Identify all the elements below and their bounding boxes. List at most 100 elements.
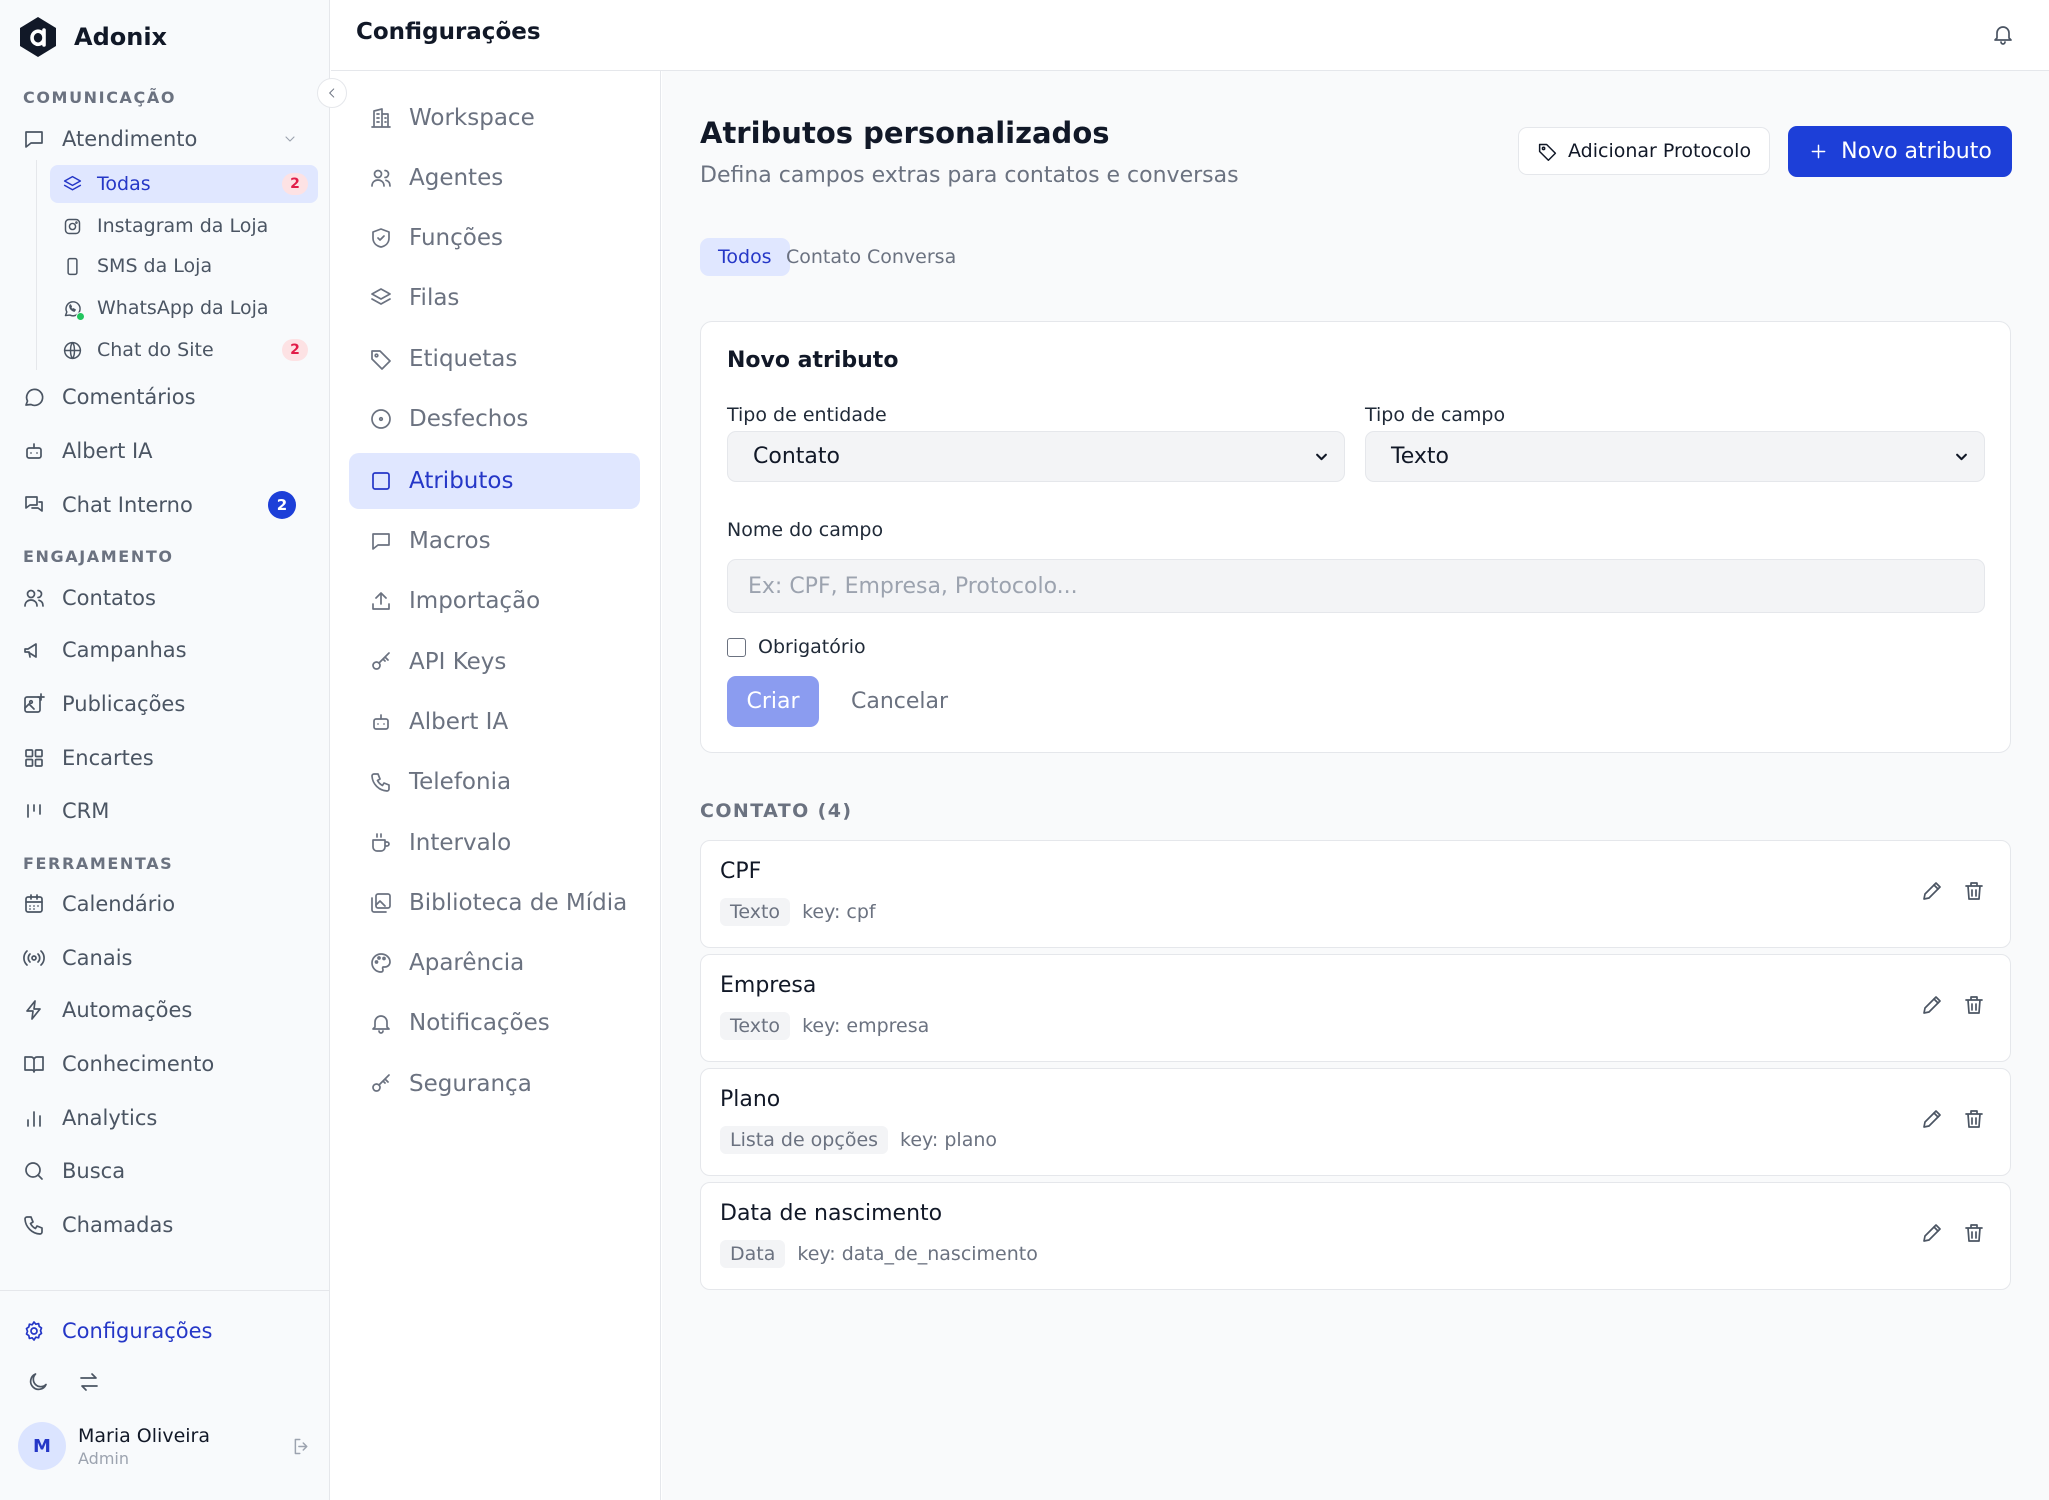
section-title-engagement: ENGAJAMENTO [23,547,174,566]
settings-item-intervalo[interactable]: Intervalo [349,815,640,871]
trash-icon[interactable] [1962,879,1986,903]
collapse-sidebar-button[interactable] [317,78,347,108]
settings-item-macros[interactable]: Macros [349,513,640,569]
attribute-name: Plano [720,1087,781,1112]
message-circle-icon [25,388,44,407]
edit-pencil-icon[interactable] [1920,879,1944,903]
sidebar-item-configuracoes[interactable]: Configurações [22,1311,312,1351]
sidebar-subitem-label: WhatsApp da Loja [97,297,269,319]
required-checkbox[interactable] [727,637,746,657]
square-icon [372,472,390,490]
entity-type-select[interactable]: Contato [727,431,1345,482]
edit-pencil-icon[interactable] [1920,1221,1944,1245]
new-attribute-button[interactable]: Novo atributo [1788,126,2012,177]
field-name-input[interactable] [727,559,1985,613]
sidebar-item-chamadas[interactable]: Chamadas [22,1205,312,1245]
settings-item-agentes[interactable]: Agentes [349,150,640,206]
sidebar-item-albert-ia[interactable]: Albert IA [22,431,312,471]
edit-pencil-icon[interactable] [1920,1107,1944,1131]
key-icon [372,1074,390,1092]
settings-item-importacao[interactable]: Importação [349,573,640,629]
sidebar-item-canais[interactable]: Canais [22,938,312,978]
layers-icon [371,288,391,305]
sidebar-item-calendario[interactable]: Calendário [22,884,312,924]
field-type-label: Tipo de campo [1365,404,1506,426]
user-name: Maria Oliveira [78,1424,210,1447]
settings-item-api-keys[interactable]: API Keys [349,634,640,690]
settings-item-desfechos[interactable]: Desfechos [349,391,640,447]
chevron-down-icon[interactable] [282,131,298,147]
sidebar-item-contatos[interactable]: Contatos [22,578,312,618]
settings-item-workspace[interactable]: Workspace [349,90,640,146]
field-type-select[interactable]: Texto [1365,431,1985,482]
trash-icon[interactable] [1962,1221,1986,1245]
settings-item-label: Etiquetas [409,346,518,372]
settings-item-etiquetas[interactable]: Etiquetas [349,331,640,387]
main-content: Atributos personalizados Defina campos e… [662,71,2049,1500]
user-profile[interactable]: M Maria Oliveira Admin [18,1422,318,1470]
moon-icon[interactable] [26,1370,50,1394]
messages-icon [25,496,43,512]
brand[interactable]: Adonix [18,16,167,58]
settings-item-albert-ia[interactable]: Albert IA [349,694,640,750]
sidebar-item-analytics[interactable]: Analytics [22,1098,312,1138]
sidebar-item-busca[interactable]: Busca [22,1151,312,1191]
attribute-meta: Texto key: empresa [720,1012,929,1040]
phone-icon [371,773,390,792]
create-button[interactable]: Criar [727,676,819,727]
sidebar-item-label: Atendimento [62,127,198,151]
sidebar-item-atendimento[interactable]: Atendimento [22,119,312,159]
trash-icon[interactable] [1962,993,1986,1017]
settings-item-atributos[interactable]: Atributos [349,453,640,509]
sidebar-item-publicacoes[interactable]: Publicações [22,684,312,724]
settings-item-funcoes[interactable]: Funções [349,210,640,266]
settings-item-biblioteca-midia[interactable]: Biblioteca de Mídia [349,875,640,931]
sidebar-item-conhecimento[interactable]: Conhecimento [22,1044,312,1084]
image-plus-icon [24,693,45,713]
settings-item-notificacoes[interactable]: Notificações [349,995,640,1051]
section-title: Atributos personalizados [700,116,1110,150]
sidebar-item-crm[interactable]: CRM [22,791,312,831]
online-status-dot [76,311,85,321]
required-label: Obrigatório [758,636,866,658]
settings-item-telefonia[interactable]: Telefonia [349,754,640,810]
instagram-icon [64,218,81,234]
settings-item-label: Importação [409,588,541,614]
settings-item-label: Telefonia [409,769,512,795]
attribute-meta: Texto key: cpf [720,898,876,926]
settings-item-label: Albert IA [409,709,509,735]
trash-icon[interactable] [1962,1107,1986,1131]
add-protocol-button[interactable]: Adicionar Protocolo [1518,127,1771,175]
attribute-type-chip: Texto [720,898,791,926]
edit-pencil-icon[interactable] [1920,993,1944,1017]
switch-arrows-icon[interactable] [77,1370,101,1394]
settings-item-filas[interactable]: Filas [349,270,640,326]
sidebar-item-comentarios[interactable]: Comentários [22,377,312,417]
sidebar-item-campanhas[interactable]: Campanhas [22,630,312,670]
shield-icon [372,228,390,248]
sidebar-item-chat-interno[interactable]: Chat Interno 2 [22,485,312,525]
globe-icon [63,341,82,359]
cancel-button[interactable]: Cancelar [851,676,948,727]
sidebar-item-encartes[interactable]: Encartes [22,738,312,778]
required-checkbox-row[interactable]: Obrigatório [727,636,866,658]
phone-call-icon [24,1216,43,1235]
coffee-icon [372,833,390,852]
settings-item-seguranca[interactable]: Segurança [349,1056,640,1112]
sidebar-subitem-sms[interactable]: SMS da Loja [50,247,318,285]
sidebar-subitem-chat-site[interactable]: Chat do Site 2 [50,331,318,369]
attribute-key: key: empresa [802,1015,930,1037]
logout-icon[interactable] [291,1436,312,1457]
chevron-down-icon [1956,453,1967,461]
sidebar-item-label: Busca [62,1159,126,1183]
book-icon [24,1056,44,1073]
bell-icon[interactable] [1991,22,2015,46]
sidebar-subitem-instagram[interactable]: Instagram da Loja [50,207,318,245]
tab-conversa[interactable]: Conversa [849,238,974,276]
sidebar-subitem-todas[interactable]: Todas 2 [50,165,318,203]
settings-item-aparencia[interactable]: Aparência [349,935,640,991]
megaphone-icon [24,643,37,658]
sidebar-subitem-whatsapp[interactable]: WhatsApp da Loja [50,289,318,327]
section-title-tools: FERRAMENTAS [23,854,174,873]
sidebar-item-automacoes[interactable]: Automações [22,990,312,1030]
